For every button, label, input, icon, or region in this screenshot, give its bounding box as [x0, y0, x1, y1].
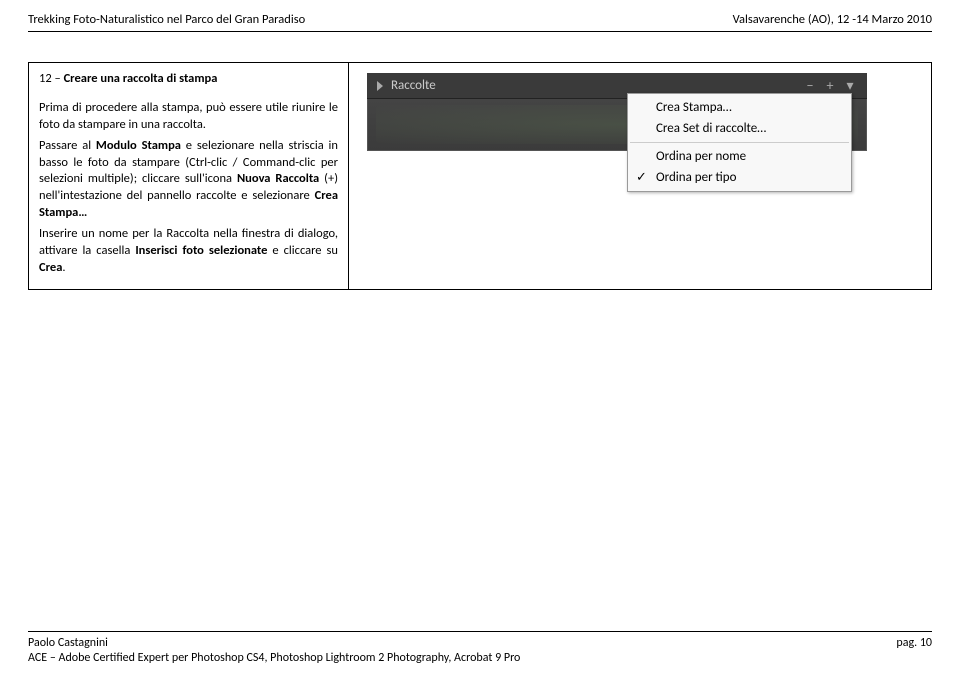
header-right: Valsavarenche (AO), 12 -14 Marzo 2010 [733, 12, 932, 27]
chevron-down-icon[interactable]: ▾ [843, 77, 857, 94]
paragraph-3: Inserire un nome per la Raccolta nella f… [39, 226, 338, 277]
instructions-column: 12 – Creare una raccolta di stampa Prima… [29, 63, 349, 289]
menu-ordina-nome[interactable]: Ordina per nome [628, 146, 851, 167]
check-icon: ✓ [636, 170, 647, 185]
menu-separator [630, 142, 849, 143]
p3-seg3: . [62, 260, 65, 275]
add-button[interactable]: + [823, 77, 837, 94]
paragraph-1: Prima di procedere alla stampa, può esse… [39, 100, 338, 134]
page-number: pag. 10 [896, 636, 932, 650]
step-dash: – [55, 71, 61, 86]
page-footer: Paolo Castagnini ACE – Adobe Certified E… [28, 631, 932, 667]
step-title: 12 – Creare una raccolta di stampa [39, 71, 338, 88]
footer-cert: ACE – Adobe Certified Expert per Photosh… [28, 651, 520, 667]
content-row: 12 – Creare una raccolta di stampa Prima… [28, 62, 932, 290]
p3-bold2: Crea [39, 260, 62, 275]
p2-seg1: Passare al [39, 138, 96, 153]
lightroom-screenshot: Raccolte − + ▾ Crea Stampa… Crea Set di … [367, 73, 867, 192]
step-number: 12 [39, 71, 52, 86]
menu-crea-set[interactable]: Crea Set di raccolte… [628, 118, 851, 139]
step-heading: Creare una raccolta di stampa [64, 71, 218, 86]
p3-bold1: Inserisci foto selezionate [135, 243, 267, 258]
p2-bold2: Nuova Raccolta [237, 171, 319, 186]
header-left: Trekking Foto-Naturalistico nel Parco de… [28, 12, 305, 27]
menu-ordina-tipo-label: Ordina per tipo [656, 170, 736, 185]
panel-title: Raccolte [391, 78, 436, 93]
paragraph-2: Passare al Modulo Stampa e selezionare n… [39, 138, 338, 222]
menu-ordina-tipo[interactable]: ✓ Ordina per tipo [628, 167, 851, 188]
screenshot-column: Raccolte − + ▾ Crea Stampa… Crea Set di … [349, 63, 931, 289]
p2-bold1: Modulo Stampa [96, 138, 181, 153]
remove-button[interactable]: − [803, 77, 817, 94]
menu-crea-stampa[interactable]: Crea Stampa… [628, 97, 851, 118]
context-menu: Crea Stampa… Crea Set di raccolte… Ordin… [627, 93, 852, 192]
expand-icon[interactable] [377, 81, 383, 91]
p3-seg2: e cliccare su [267, 243, 338, 258]
footer-author: Paolo Castagnini [28, 636, 520, 652]
